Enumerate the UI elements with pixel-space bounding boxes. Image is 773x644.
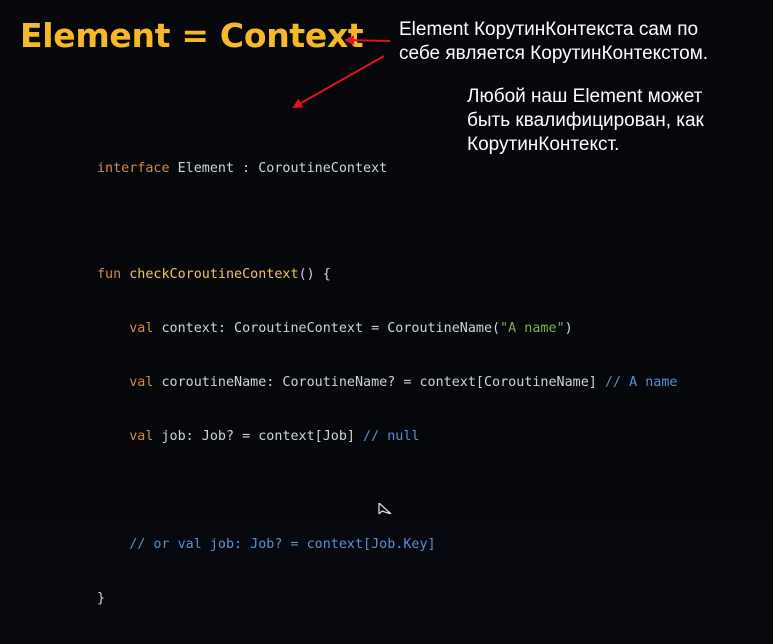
code-comment: // or val job: Job? = context[Job.Key] xyxy=(97,537,436,552)
annotation-element-is-context: Element КорутинКонтекста сам по себе явл… xyxy=(399,18,769,66)
code-text: coroutineName: CoroutineName? = context[… xyxy=(153,375,605,390)
code-string: "A name" xyxy=(500,321,565,336)
code-line: interface Element : CoroutineContext xyxy=(97,160,387,178)
mouse-pointer-icon xyxy=(378,503,392,514)
code-text: job: Job? = context[Job] xyxy=(153,429,364,444)
annotation-1-line-2: себе является КорутинКонтекстом. xyxy=(399,43,709,64)
annotation-2-line-3: КорутинКонтекст. xyxy=(467,134,620,155)
code-keyword: fun xyxy=(97,267,122,282)
code-function-block: fun checkCoroutineContext() { val contex… xyxy=(97,230,677,644)
code-comment: // A name xyxy=(604,375,678,390)
annotation-1-line-1: Element КорутинКонтекста сам по xyxy=(399,19,699,40)
code-keyword: val xyxy=(97,375,154,390)
code-keyword: val xyxy=(97,321,154,336)
code-interface-declaration: interface Element : CoroutineContext xyxy=(97,124,387,214)
code-line: // or val job: Job? = context[Job.Key] xyxy=(97,536,677,554)
code-comment: // null xyxy=(363,429,420,444)
code-text: context: CoroutineContext = CoroutineNam… xyxy=(153,321,501,336)
code-line: val job: Job? = context[Job] // null xyxy=(97,428,677,446)
code-line: val coroutineName: CoroutineName? = cont… xyxy=(97,374,677,392)
slide-title: Element = Context xyxy=(20,16,364,55)
code-line: } xyxy=(97,590,677,608)
code-text: () { xyxy=(298,267,331,282)
code-text: ) xyxy=(564,321,573,336)
code-function-name: checkCoroutineContext xyxy=(121,267,299,282)
presentation-slide: Element = Context Element КорутинКонтекс… xyxy=(0,0,773,606)
code-line: fun checkCoroutineContext() { xyxy=(97,266,677,284)
code-line: val context: CoroutineContext = Coroutin… xyxy=(97,320,677,338)
code-keyword: val xyxy=(97,429,154,444)
arrow-to-code-icon xyxy=(292,55,385,108)
annotation-2-line-2: быть квалифицирован, как xyxy=(467,110,704,131)
code-text: Element : CoroutineContext xyxy=(169,161,388,176)
annotation-2-line-1: Любой наш Element может xyxy=(467,86,703,107)
annotation-element-qualified: Любой наш Element может быть квалифициро… xyxy=(467,85,757,157)
code-keyword: interface xyxy=(97,161,170,176)
code-text: } xyxy=(97,591,106,606)
